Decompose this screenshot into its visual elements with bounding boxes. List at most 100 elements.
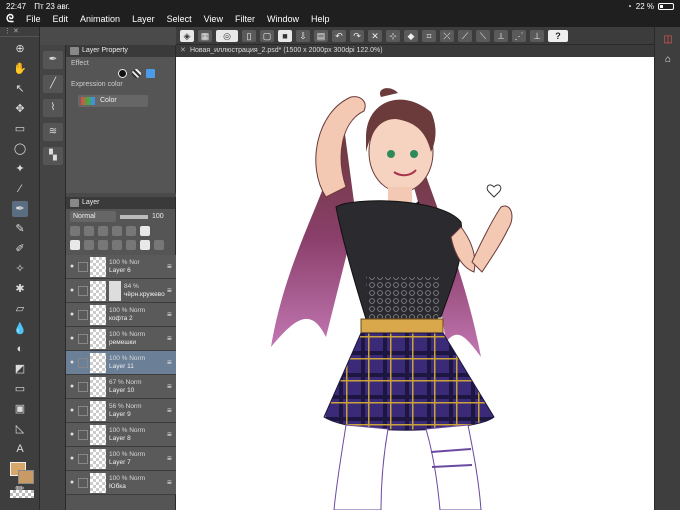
merge-down-icon[interactable] <box>126 240 136 250</box>
blend-mode-select[interactable]: Normal <box>70 211 116 222</box>
print-icon[interactable]: ▤ <box>314 29 328 42</box>
menu-view[interactable]: View <box>198 12 229 26</box>
layer-row[interactable]: ● 100 % Norm Layer 11 ≡ <box>66 351 176 375</box>
new-folder-icon[interactable] <box>98 240 108 250</box>
mask-toggle-icon[interactable] <box>126 226 136 236</box>
subtool-pen-icon[interactable]: ✒ <box>43 51 63 69</box>
border-effect-icon[interactable] <box>118 69 127 78</box>
frame-icon[interactable]: ▣ <box>12 401 28 417</box>
edit-target-icon[interactable] <box>78 477 88 488</box>
eye-icon[interactable]: ● <box>66 455 78 462</box>
transform-icon[interactable]: ⊹ <box>386 29 400 42</box>
subtool-marker-icon[interactable]: ╱ <box>43 75 63 93</box>
layer-menu-icon[interactable]: ≡ <box>167 406 173 415</box>
save-icon[interactable]: ■ <box>278 29 292 42</box>
layer-row[interactable]: ● 100 % Norm кофта 2 ≡ <box>66 303 176 327</box>
layer-menu-icon[interactable]: ≡ <box>167 262 173 271</box>
subtool-texture-icon[interactable]: ≋ <box>43 123 63 141</box>
deselect-icon[interactable]: ⤫ <box>440 29 454 42</box>
eraser-icon[interactable]: ▱ <box>12 301 28 317</box>
tool-palette-grip[interactable]: ⋮ ✕ <box>0 27 39 37</box>
layer-menu-icon[interactable]: ≡ <box>167 334 173 343</box>
eye-icon[interactable]: ● <box>66 359 78 366</box>
layer-row[interactable]: ● 67 % Norm Layer 10 ≡ <box>66 375 176 399</box>
crop-icon[interactable]: ⌗ <box>422 29 436 42</box>
brush-icon[interactable]: ✐ <box>12 241 28 257</box>
undo-icon[interactable]: ↶ <box>332 29 346 42</box>
layer-row[interactable]: ● 100 % Norm Layer 7 ≡ <box>66 447 176 471</box>
ruler-toggle-icon[interactable] <box>140 226 150 236</box>
text-icon[interactable]: A <box>12 441 28 457</box>
edit-target-icon[interactable] <box>78 453 88 464</box>
snap-grid-icon[interactable]: ⊥ <box>530 29 544 42</box>
layer-menu-icon[interactable]: ≡ <box>167 310 173 319</box>
layer-row[interactable]: ● 84 % чёрн.кружево ≡ <box>66 279 176 303</box>
export-icon[interactable]: ⇩ <box>296 29 310 42</box>
menu-layer[interactable]: Layer <box>126 12 161 26</box>
fill-tool-icon[interactable]: ◐ <box>12 341 28 357</box>
airbrush-icon[interactable]: ✧ <box>12 261 28 277</box>
invert-selection-icon[interactable]: ⟋ <box>458 29 472 42</box>
transparent-color-swatch[interactable] <box>10 490 34 498</box>
sub-color-swatch[interactable] <box>18 470 34 484</box>
menu-file[interactable]: File <box>20 12 47 26</box>
layer-color-icon[interactable] <box>146 69 155 78</box>
edit-target-icon[interactable] <box>78 429 88 440</box>
layer-menu-icon[interactable]: ≡ <box>167 358 173 367</box>
eye-icon[interactable]: ● <box>66 311 78 318</box>
new-raster-layer-icon[interactable] <box>70 240 80 250</box>
edit-target-icon[interactable] <box>78 285 88 296</box>
fill-icon[interactable]: ◆ <box>404 29 418 42</box>
layer-menu-icon[interactable]: ≡ <box>167 454 173 463</box>
menu-window[interactable]: Window <box>261 12 305 26</box>
layer-menu-icon[interactable]: ≡ <box>167 430 173 439</box>
clear-icon[interactable]: ✕ <box>368 29 382 42</box>
layer-tab[interactable]: Layer <box>66 197 175 209</box>
hand-icon[interactable]: ✋ <box>12 61 28 77</box>
color-set-icon[interactable]: ◫ <box>661 33 675 47</box>
eye-icon[interactable]: ● <box>66 287 78 294</box>
snap-ruler-icon[interactable]: ⟂ <box>494 29 508 42</box>
pen-icon[interactable]: ✒ <box>12 201 28 217</box>
operation-icon[interactable]: ↖ <box>12 81 28 97</box>
opacity-value[interactable]: 100 <box>152 213 166 220</box>
layer-row[interactable]: ● 100 % Nor Layer 6 ≡ <box>66 255 176 279</box>
figure-icon[interactable]: ▭ <box>12 381 28 397</box>
subtool-extra-icon[interactable]: ▚ <box>43 147 63 165</box>
layer-row[interactable]: ● 100 % Norm ремешки ≡ <box>66 327 176 351</box>
layer-row[interactable]: ● 56 % Norm Layer 9 ≡ <box>66 399 176 423</box>
eye-icon[interactable]: ● <box>66 263 78 270</box>
quick-access-icon[interactable]: ▦ <box>198 29 212 42</box>
tone-effect-icon[interactable] <box>132 69 141 78</box>
eyedropper-icon[interactable]: ⁄ <box>12 181 28 197</box>
decoration-icon[interactable]: ✱ <box>12 281 28 297</box>
menu-animation[interactable]: Animation <box>74 12 126 26</box>
subtool-gpen-icon[interactable]: ⌇ <box>43 99 63 117</box>
edit-target-icon[interactable] <box>78 333 88 344</box>
layer-menu-icon[interactable]: ≡ <box>167 286 173 295</box>
navigator-icon[interactable]: ◈ <box>180 29 194 42</box>
menu-select[interactable]: Select <box>161 12 198 26</box>
expression-color-select[interactable]: Color <box>78 95 148 107</box>
app-logo-icon[interactable]: ᘓ <box>0 12 20 26</box>
eye-icon[interactable]: ● <box>66 431 78 438</box>
eye-icon[interactable]: ● <box>66 335 78 342</box>
create-mask-icon[interactable] <box>140 240 150 250</box>
layer-row[interactable]: ● 100 % Norm Layer 8 ≡ <box>66 423 176 447</box>
companion-icon[interactable]: ◎ <box>216 29 238 42</box>
snap-special-icon[interactable]: ⋰ <box>512 29 526 42</box>
layer-row[interactable]: ● 100 % Norm Юбка ≡ <box>66 471 176 495</box>
new-file-icon[interactable]: ▯ <box>242 29 256 42</box>
lasso-icon[interactable]: ◯ <box>12 141 28 157</box>
canvas[interactable] <box>176 57 654 510</box>
opacity-slider[interactable] <box>120 214 148 219</box>
eye-icon[interactable]: ● <box>66 479 78 486</box>
edit-target-icon[interactable] <box>78 357 88 368</box>
transfer-down-icon[interactable] <box>112 240 122 250</box>
new-vector-layer-icon[interactable] <box>84 240 94 250</box>
edit-target-icon[interactable] <box>78 381 88 392</box>
ruler-icon[interactable]: ⟍ <box>476 29 490 42</box>
clipping-icon[interactable] <box>70 226 80 236</box>
menu-edit[interactable]: Edit <box>47 12 75 26</box>
lock-alpha-icon[interactable] <box>112 226 122 236</box>
